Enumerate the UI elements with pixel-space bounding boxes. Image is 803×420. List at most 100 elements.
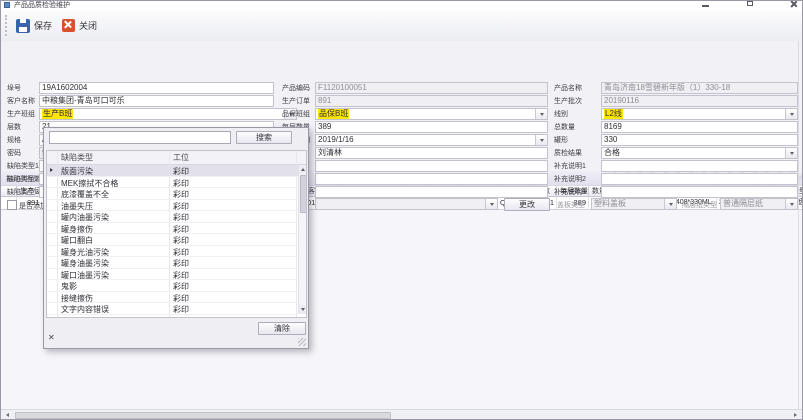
resize-grip-icon[interactable] [298,338,306,346]
form-field-right-0[interactable]: 青岛济南18雪碧新年版（1）330-18 [601,82,798,94]
defect-row-6[interactable]: 罐口翻白彩印 [47,234,298,246]
form-field-left-1[interactable]: 中粮集团-青岛可口可乐 [39,95,274,107]
defect-type: 文字内容错误 [61,304,109,315]
column-header-station[interactable]: 工位 [173,152,189,163]
search-input[interactable] [49,131,231,144]
column-header-defect-type[interactable]: 缺陷类型 [61,152,93,163]
defect-station: 彩印 [173,247,189,258]
form-field-middle-8[interactable] [315,186,548,198]
dropdown-button[interactable] [485,199,497,209]
defect-row-12[interactable]: 文字内容错误 彩印 [47,303,298,315]
form-value-left-2: 生产B班 [42,109,73,119]
defect-station: 彩印 [173,304,189,315]
defect-row-2[interactable]: 底漆覆盖不全 彩印 [47,188,298,200]
form-field-middle-0[interactable]: F1120100051 [315,82,548,94]
dropdown-button[interactable] [785,199,797,209]
dropdown-arrow-icon [790,113,794,116]
form-field-middle-1[interactable]: 891 [315,95,548,107]
form-field-right-2[interactable]: L2线 [601,108,798,120]
clear-button[interactable]: 清除 [258,322,306,335]
defect-row-8[interactable]: 罐身油墨污染 彩印 [47,257,298,269]
form-field-right-5[interactable]: 合格 [601,147,798,159]
defect-type: 底漆覆盖不全 [61,189,109,200]
form-field-middle-5[interactable]: 刘清林 [315,147,548,159]
defect-row-10[interactable]: 鬼影彩印 [47,280,298,292]
dropdown-arrow-icon [490,203,494,206]
form-field-middle-4[interactable]: 2019/1/16 [315,134,548,146]
defect-station: 彩印 [173,212,189,223]
defect-row-4[interactable]: 罐内油墨污染彩印 [47,211,298,223]
defect-row-3[interactable]: 油墨失压彩印 [47,200,298,212]
defect-station: 彩印 [173,189,189,200]
form-field-middle-7[interactable] [315,173,548,185]
scroll-down-icon[interactable] [299,305,307,314]
close-window-button[interactable] [789,1,799,8]
form-field-right-3[interactable]: 8169 [601,121,798,133]
cover-type-combo[interactable]: 塑料盖板 [591,198,677,210]
defect-type: 版面污染 [61,166,93,177]
defect-row-11[interactable]: 接缝擦伤彩印 [47,292,298,304]
dropdown-button[interactable] [785,109,797,119]
form-field-right-8[interactable] [601,186,798,198]
defect-station: 彩印 [173,201,189,212]
dropdown-button[interactable] [535,135,547,145]
form-label-left-3: 层数 [7,123,21,132]
defect-row-7[interactable]: 罐身光油污染彩印 [47,246,298,258]
dropdown-button[interactable] [535,109,547,119]
defect-type: 罐身油墨污染 [61,258,109,269]
minimize-button[interactable] [701,1,711,8]
form-field-left-2[interactable]: 生产B班 [39,108,297,120]
defect-row-0[interactable]: 版面污染 彩印 [47,165,298,177]
form-label-middle-0: 产品编码 [282,84,310,93]
scroll-up-icon[interactable] [299,165,307,174]
form-field-right-1[interactable]: 20190116 [601,95,798,107]
form-field-left-0[interactable]: 19A1602004 [39,82,274,94]
defect-row-5[interactable]: 罐身擦伤彩印 [47,223,298,235]
scrollbar-thumb[interactable] [15,412,391,419]
dropdown-arrow-icon [540,139,544,142]
horizontal-scrollbar[interactable] [1,409,802,420]
form-field-right-7[interactable] [601,173,798,185]
defect-row-9[interactable]: 罐口油墨污染彩印 [47,269,298,281]
scrollbar-thumb[interactable] [300,175,307,213]
dropdown-button[interactable] [664,199,676,209]
form-label-middle-1: 生产订单 [282,97,310,106]
paper-type-combo[interactable]: 普通隔层纸 [720,198,798,210]
dropdown-arrow-icon [540,113,544,116]
popup-close-icon[interactable]: ✕ [48,334,55,342]
defect-station: 彩印 [173,166,189,177]
maximize-button[interactable] [746,1,756,8]
close-toolbar-button[interactable]: 关闭 [59,13,100,38]
form-field-middle-3[interactable]: 389 [315,121,548,133]
defect-station: 彩印 [173,258,189,269]
form-field-right-4[interactable]: 330 [601,134,798,146]
paper-type-value: 普通隔层纸 [723,199,763,209]
pallet-type-combo[interactable] [315,198,498,210]
form-value-right-4: 330 [604,135,617,145]
save-button-label: 保存 [34,19,52,32]
form-label-left-5: 密码 [7,149,21,158]
change-button[interactable]: 更改 [504,198,550,211]
defect-type: 罐身擦伤 [61,224,93,235]
form-field-right-6[interactable] [601,160,798,172]
close-button-label: 关闭 [79,19,97,32]
search-button[interactable]: 搜索 [236,131,292,144]
form-field-middle-6[interactable] [315,160,548,172]
defect-row-1[interactable]: MEK擦拭不合格彩印 [47,177,298,189]
scroll-right-icon[interactable] [790,411,801,419]
defect-station: 彩印 [173,178,189,189]
form-label-left-4: 规格 [7,136,21,145]
form-value-middle-2: 品保B班 [318,109,349,119]
form-label-left-1: 客户名称 [7,97,35,106]
form-label-right-5: 质检结果 [554,149,582,158]
scroll-left-icon[interactable] [2,411,13,419]
form-field-middle-2[interactable]: 品保B班 [315,108,548,120]
cover-type-value: 塑料盖板 [594,199,626,209]
defect-station: 彩印 [173,281,189,292]
form-value-left-1: 中粮集团-青岛可口可乐 [42,96,125,106]
save-button[interactable]: 保存 [13,13,55,38]
defect-list-scrollbar[interactable] [298,165,307,314]
add-pallet-checkbox[interactable] [7,200,17,210]
dropdown-button[interactable] [785,148,797,158]
form-value-middle-5: 刘清林 [318,148,342,158]
